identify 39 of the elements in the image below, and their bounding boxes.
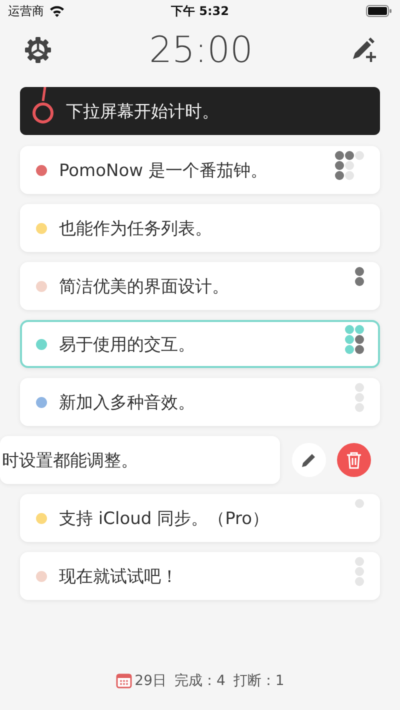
task-title: 简洁优美的界面设计。 bbox=[59, 276, 230, 298]
pomodoro-count-icon bbox=[355, 557, 364, 586]
task-card[interactable]: 支持 iCloud 同步。（Pro） bbox=[20, 494, 380, 542]
pomodoro-count-icon bbox=[355, 383, 364, 412]
pomodoro-count-icon bbox=[335, 151, 364, 180]
task-title: 易于使用的交互。 bbox=[59, 334, 196, 356]
delete-button[interactable] bbox=[337, 443, 371, 477]
pull-handle-icon bbox=[32, 87, 54, 125]
calendar-icon bbox=[116, 673, 132, 689]
carrier-name: 运营商 bbox=[8, 2, 44, 20]
task-card[interactable]: 现在就试试吧！ bbox=[20, 552, 380, 600]
pencil-icon bbox=[300, 451, 318, 469]
interrupted-count: 打断：1 bbox=[233, 672, 284, 690]
task-card[interactable]: 时设置都能调整。 bbox=[0, 436, 280, 484]
pomodoro-count-icon bbox=[355, 499, 364, 510]
task-title: 新加入多种音效。 bbox=[59, 392, 196, 414]
task-title: 支持 iCloud 同步。（Pro） bbox=[59, 508, 270, 530]
pomodoro-count-icon bbox=[345, 325, 364, 354]
task-card[interactable]: 易于使用的交互。 bbox=[20, 320, 380, 368]
timer-display: 25:00 bbox=[149, 30, 253, 70]
add-edit-icon[interactable] bbox=[350, 36, 378, 64]
task-title: 时设置都能调整。 bbox=[2, 450, 139, 472]
tip-text: 下拉屏幕开始计时。 bbox=[66, 100, 219, 122]
settings-icon[interactable] bbox=[24, 36, 52, 64]
task-card[interactable]: PomoNow 是一个番茄钟。 bbox=[20, 146, 380, 194]
pomodoro-count-icon bbox=[355, 267, 364, 287]
clock-time: 下午 5:32 bbox=[170, 4, 230, 18]
task-title: 也能作为任务列表。 bbox=[59, 218, 213, 240]
task-title: PomoNow 是一个番茄钟。 bbox=[59, 160, 268, 182]
trash-icon bbox=[346, 451, 362, 469]
wifi-icon bbox=[49, 5, 65, 17]
task-card[interactable]: 也能作为任务列表。 bbox=[20, 204, 380, 252]
edit-button[interactable] bbox=[292, 443, 326, 477]
task-title: 现在就试试吧！ bbox=[59, 566, 179, 588]
task-card[interactable]: 简洁优美的界面设计。 bbox=[20, 262, 380, 310]
battery-icon bbox=[366, 5, 392, 17]
task-card[interactable]: 新加入多种音效。 bbox=[20, 378, 380, 426]
date-label: 29日 bbox=[134, 672, 166, 690]
completed-count: 完成：4 bbox=[174, 672, 226, 690]
